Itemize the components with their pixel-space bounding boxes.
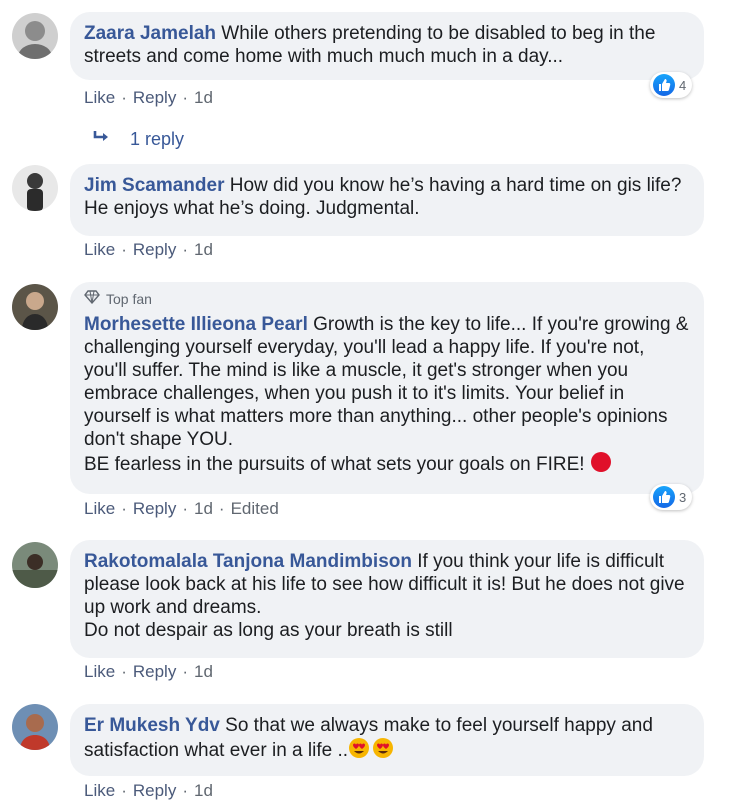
view-replies-link[interactable]: 1 reply [92,129,184,150]
like-button[interactable]: Like [84,781,115,800]
comment-author[interactable]: Morhesette Illieona Pearl [84,314,308,335]
comment-bubble: Top fan Morhesette Illieona Pearl Growth… [70,282,704,494]
comment-actions: Like · Reply · 1d [84,662,213,681]
avatar[interactable] [12,704,58,750]
avatar[interactable] [12,13,58,59]
like-button[interactable]: Like [84,88,115,107]
avatar[interactable] [12,542,58,588]
edited-label[interactable]: Edited [231,499,279,518]
comment-author[interactable]: Jim Scamander [84,175,224,196]
reply-count-label[interactable]: 1 reply [130,129,184,150]
badge-label: Top fan [106,291,152,307]
avatar[interactable] [12,165,58,211]
reaction-count[interactable]: 4 [650,72,693,98]
comment-actions: Like · Reply · 1d [84,781,213,800]
timestamp[interactable]: 1d [194,662,213,681]
reply-button[interactable]: Reply [133,662,176,681]
reply-button[interactable]: Reply [133,240,176,259]
like-icon [653,74,675,96]
like-button[interactable]: Like [84,499,115,518]
avatar[interactable] [12,284,58,330]
timestamp[interactable]: 1d [194,499,213,518]
reply-button[interactable]: Reply [133,499,176,518]
comment-actions: Like · Reply · 1d [84,88,213,107]
timestamp[interactable]: 1d [194,781,213,800]
comment-bubble: Er Mukesh Ydv So that we always make to … [70,704,704,776]
comment-bubble: Zaara Jamelah While others pretending to… [70,12,704,80]
comment-author[interactable]: Er Mukesh Ydv [84,715,220,736]
reply-button[interactable]: Reply [133,781,176,800]
reaction-count[interactable]: 3 [650,484,693,510]
reaction-count-label: 4 [679,77,687,93]
timestamp[interactable]: 1d [194,240,213,259]
comment-author[interactable]: Rakotomalala Tanjona Mandimbison [84,551,412,572]
comment-bubble: Jim Scamander How did you know he’s havi… [70,164,704,236]
heart-eyes-emoji-icon [372,737,394,765]
timestamp[interactable]: 1d [194,88,213,107]
red-circle-icon [590,451,612,479]
like-icon [653,486,675,508]
comment-author[interactable]: Zaara Jamelah [84,23,216,44]
reply-button[interactable]: Reply [133,88,176,107]
comment-actions: Like · Reply · 1d · Edited [84,499,279,518]
comment-bubble: Rakotomalala Tanjona Mandimbison If you … [70,540,704,658]
reply-arrow-icon [92,129,112,150]
comment-actions: Like · Reply · 1d [84,240,213,259]
heart-eyes-emoji-icon [348,737,370,765]
top-fan-badge: Top fan [84,288,690,311]
reaction-count-label: 3 [679,489,687,505]
diamond-icon [84,288,100,311]
like-button[interactable]: Like [84,240,115,259]
like-button[interactable]: Like [84,662,115,681]
